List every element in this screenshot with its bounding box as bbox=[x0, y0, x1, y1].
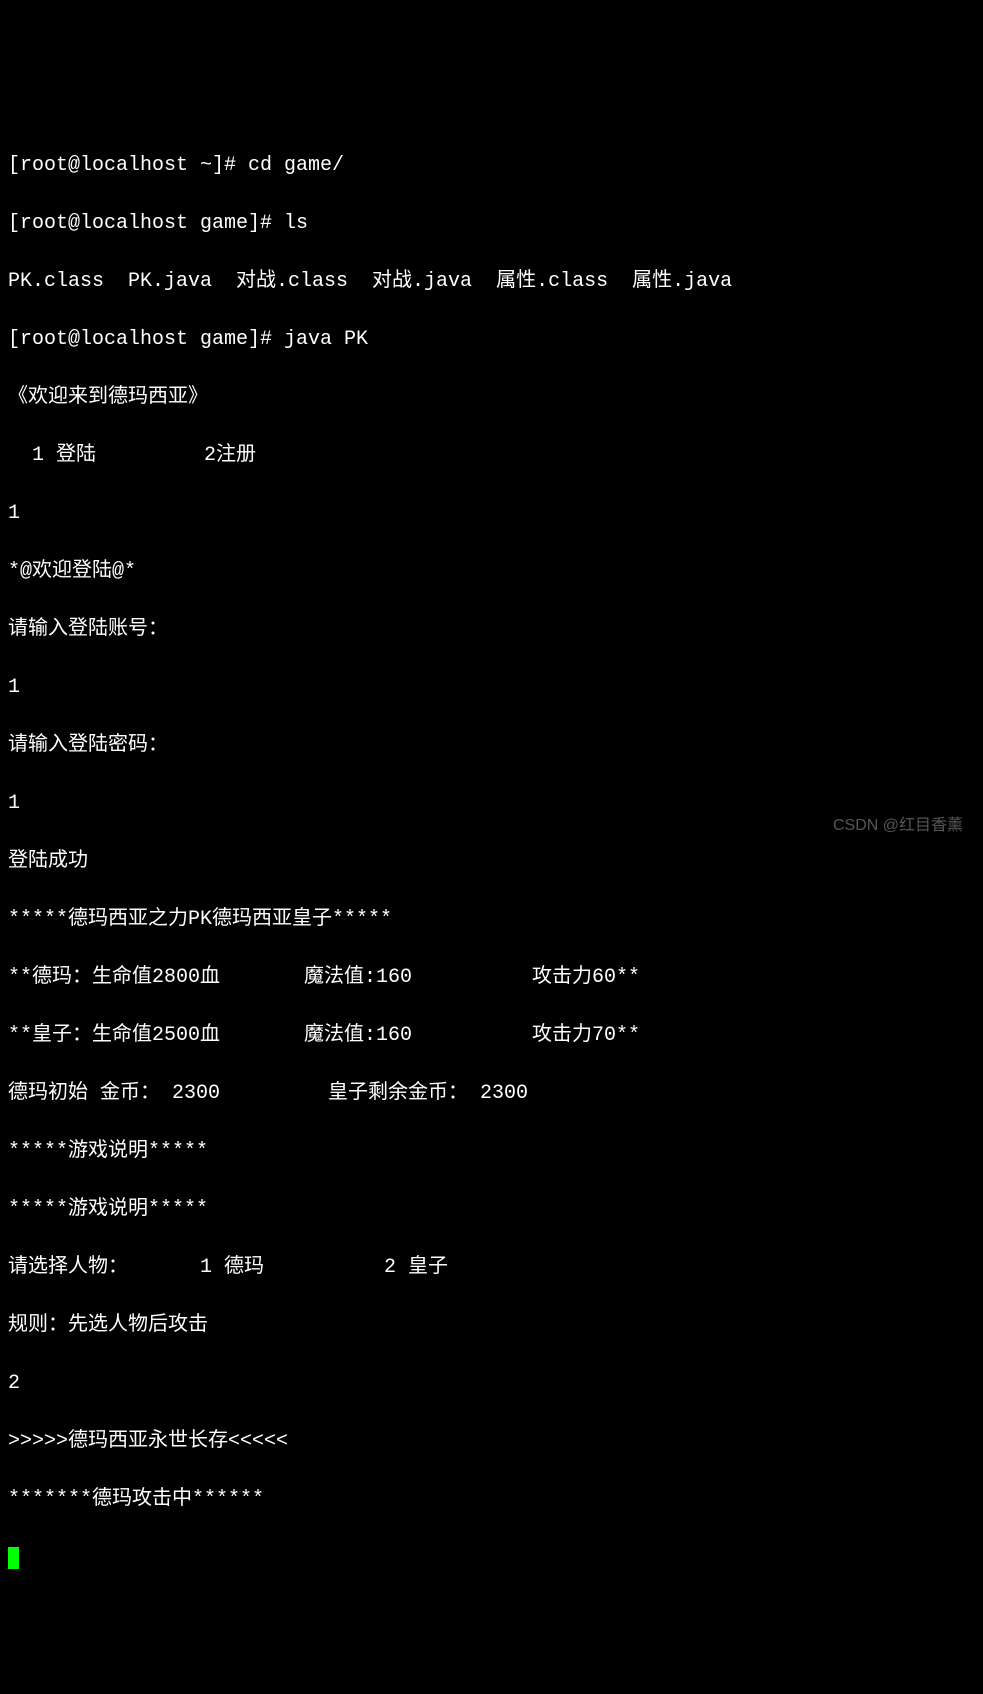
welcome-title: 《欢迎来到德玛西亚》 bbox=[8, 383, 975, 412]
ls-output: PK.class PK.java 对战.class 对战.java 属性.cla… bbox=[8, 267, 975, 296]
attack-status: *******德玛攻击中****** bbox=[8, 1485, 975, 1514]
menu-options: 1 登陆 2注册 bbox=[8, 441, 975, 470]
login-password-prompt: 请输入登陆密码： bbox=[8, 731, 975, 760]
prompt: [root@localhost game]# bbox=[8, 328, 284, 351]
terminal-output: [root@localhost ~]# cd game/ [root@local… bbox=[8, 122, 975, 1601]
user-input: 2 bbox=[8, 1369, 975, 1398]
login-account-prompt: 请输入登陆账号： bbox=[8, 615, 975, 644]
command-ls: ls bbox=[284, 212, 308, 235]
watermark-text: CSDN @红目香薰 bbox=[833, 814, 963, 837]
character-stats-dema: **德玛：生命值2800血 魔法值:160 攻击力60** bbox=[8, 963, 975, 992]
prompt: [root@localhost ~]# bbox=[8, 154, 248, 177]
login-welcome: *@欢迎登陆@* bbox=[8, 557, 975, 586]
user-input: 1 bbox=[8, 789, 975, 818]
login-success: 登陆成功 bbox=[8, 847, 975, 876]
prompt: [root@localhost game]# bbox=[8, 212, 284, 235]
command-java: java PK bbox=[284, 328, 368, 351]
command-cd: cd game/ bbox=[248, 154, 344, 177]
character-select-prompt: 请选择人物： 1 德玛 2 皇子 bbox=[8, 1253, 975, 1282]
terminal-line: [root@localhost game]# java PK bbox=[8, 325, 975, 354]
cursor-icon bbox=[8, 1547, 19, 1569]
game-instructions: *****游戏说明***** bbox=[8, 1195, 975, 1224]
user-input: 1 bbox=[8, 673, 975, 702]
terminal-line: [root@localhost game]# ls bbox=[8, 209, 975, 238]
user-input: 1 bbox=[8, 499, 975, 528]
gold-stats: 德玛初始 金币： 2300 皇子剩余金币： 2300 bbox=[8, 1079, 975, 1108]
rules-text: 规则：先选人物后攻击 bbox=[8, 1311, 975, 1340]
slogan-text: >>>>>德玛西亚永世长存<<<<< bbox=[8, 1427, 975, 1456]
character-stats-prince: **皇子：生命值2500血 魔法值:160 攻击力70** bbox=[8, 1021, 975, 1050]
game-instructions: *****游戏说明***** bbox=[8, 1137, 975, 1166]
terminal-cursor-line[interactable] bbox=[8, 1543, 975, 1572]
battle-title: *****德玛西亚之力PK德玛西亚皇子***** bbox=[8, 905, 975, 934]
terminal-line: [root@localhost ~]# cd game/ bbox=[8, 151, 975, 180]
